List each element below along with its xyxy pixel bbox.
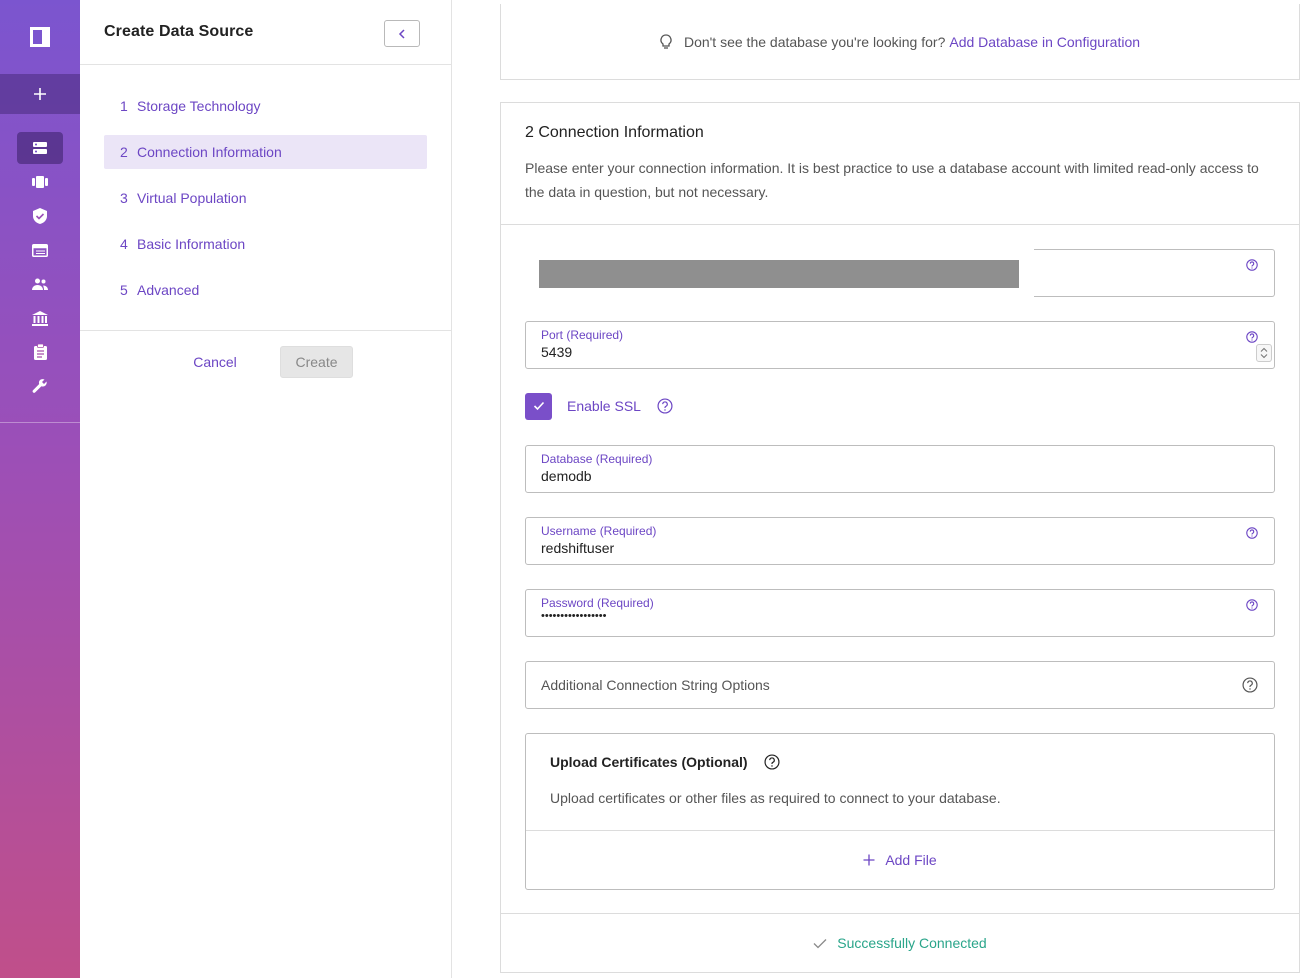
step-label: Virtual Population (137, 190, 247, 206)
enable-ssl-label[interactable]: Enable SSL (567, 398, 641, 414)
password-input[interactable]: ••••••••••••••••• (541, 610, 606, 622)
port-field[interactable]: Port (Required) 5439 (525, 321, 1275, 369)
nav-audit[interactable] (17, 302, 63, 334)
nav-data-sources[interactable] (17, 132, 63, 164)
settings-icon (32, 379, 47, 393)
step-label: Advanced (137, 282, 200, 298)
add-database-link[interactable]: Add Database in Configuration (949, 34, 1140, 50)
port-input[interactable]: 5439 (541, 344, 572, 360)
step-connection-information[interactable]: 2 Connection Information (104, 135, 427, 169)
wizard-steps: 1 Storage Technology 2 Connection Informat… (80, 65, 451, 331)
plus-icon (863, 854, 875, 866)
step-storage-technology[interactable]: 1 Storage Technology (104, 89, 427, 123)
rail-divider (0, 422, 80, 423)
projects-icon (32, 176, 48, 188)
app-logo[interactable] (0, 0, 80, 74)
help-icon[interactable] (1246, 526, 1258, 544)
data-sources-icon (33, 142, 47, 154)
nav-settings[interactable] (17, 370, 63, 402)
password-field[interactable]: Password (Required) ••••••••••••••••• (525, 589, 1275, 637)
host-field[interactable] (525, 249, 1275, 297)
database-hint: Don't see the database you're looking fo… (500, 4, 1300, 80)
step-number: 3 (120, 190, 128, 206)
connection-header: 2 Connection Information Please enter yo… (501, 103, 1299, 225)
upload-description: Upload certificates or other files as re… (550, 790, 1001, 806)
people-icon (32, 278, 48, 290)
create-button[interactable]: Create (280, 346, 353, 378)
new-item-button[interactable] (0, 74, 80, 114)
stepper-arrows-icon (1260, 347, 1268, 359)
wizard-actions: Cancel Create (80, 346, 452, 378)
connection-status: Successfully Connected (501, 913, 1299, 972)
wizard-header: Create Data Source (80, 0, 451, 65)
help-icon[interactable] (1246, 598, 1258, 616)
port-label: Port (Required) (541, 328, 624, 342)
step-label: Basic Information (137, 236, 246, 252)
step-basic-information[interactable]: 4 Basic Information (104, 227, 427, 261)
add-file-button[interactable]: Add File (526, 831, 1274, 889)
lightbulb-icon (660, 33, 672, 50)
help-icon[interactable] (1246, 258, 1258, 276)
plus-icon (34, 88, 46, 100)
connection-card: 2 Connection Information Please enter yo… (500, 102, 1300, 973)
nav-projects[interactable] (17, 166, 63, 198)
redacted-host-value (539, 260, 1019, 288)
governance-icon (32, 243, 48, 257)
collapse-panel-button[interactable] (384, 20, 420, 47)
upload-header: Upload Certificates (Optional) Upload ce… (526, 734, 1274, 831)
step-number: 4 (120, 236, 128, 252)
database-input[interactable]: demodb (541, 468, 592, 484)
check-icon (533, 401, 544, 411)
wizard-title: Create Data Source (104, 23, 254, 40)
section-title: 2 Connection Information (525, 124, 704, 141)
help-icon[interactable] (657, 398, 673, 414)
main-content: Don't see the database you're looking fo… (452, 0, 1310, 978)
step-advanced[interactable]: 5 Advanced (104, 273, 427, 307)
audit-icon (32, 310, 48, 326)
app-rail (0, 0, 80, 978)
check-icon (813, 938, 827, 949)
wizard-panel: Create Data Source 1 Storage Technology 2… (80, 0, 452, 978)
cancel-button[interactable]: Cancel (184, 346, 246, 378)
step-virtual-population[interactable]: 3 Virtual Population (104, 181, 427, 215)
step-number: 2 (120, 144, 128, 160)
database-field[interactable]: Database (Required) demodb (525, 445, 1275, 493)
upload-certificates: Upload Certificates (Optional) Upload ce… (525, 733, 1275, 890)
username-input[interactable]: redshiftuser (541, 540, 614, 556)
enable-ssl-checkbox[interactable] (525, 392, 552, 420)
password-label: Password (Required) (541, 596, 654, 610)
username-label: Username (Required) (541, 524, 657, 538)
hint-text: Don't see the database you're looking fo… (683, 33, 946, 50)
ssl-row: Enable SSL (525, 392, 673, 420)
database-label: Database (Required) (541, 452, 653, 466)
step-label: Storage Technology (137, 98, 261, 114)
reports-icon (33, 344, 47, 360)
add-file-label: Add File (885, 852, 937, 868)
status-text: Successfully Connected (837, 935, 987, 951)
section-description: Please enter your connection information… (525, 160, 1259, 200)
help-icon[interactable] (764, 754, 780, 770)
step-label: Connection Information (137, 144, 282, 160)
nav-policies[interactable] (17, 200, 63, 232)
nav-people[interactable] (17, 268, 63, 300)
connection-options-input[interactable]: Additional Connection String Options (541, 677, 770, 693)
nav-reports[interactable] (17, 336, 63, 368)
host-field-box[interactable] (1034, 249, 1275, 297)
username-field[interactable]: Username (Required) redshiftuser (525, 517, 1275, 565)
step-number: 1 (120, 98, 128, 114)
step-number: 5 (120, 282, 128, 298)
port-stepper[interactable] (1256, 344, 1272, 362)
chevron-left-icon (398, 28, 405, 39)
logo-icon (30, 27, 50, 47)
policies-icon (33, 208, 47, 224)
nav-governance[interactable] (17, 234, 63, 266)
help-icon[interactable] (1242, 677, 1258, 698)
upload-title: Upload Certificates (Optional) (550, 754, 1250, 770)
connection-options-field[interactable]: Additional Connection String Options (525, 661, 1275, 709)
upload-title-text: Upload Certificates (Optional) (550, 754, 748, 770)
